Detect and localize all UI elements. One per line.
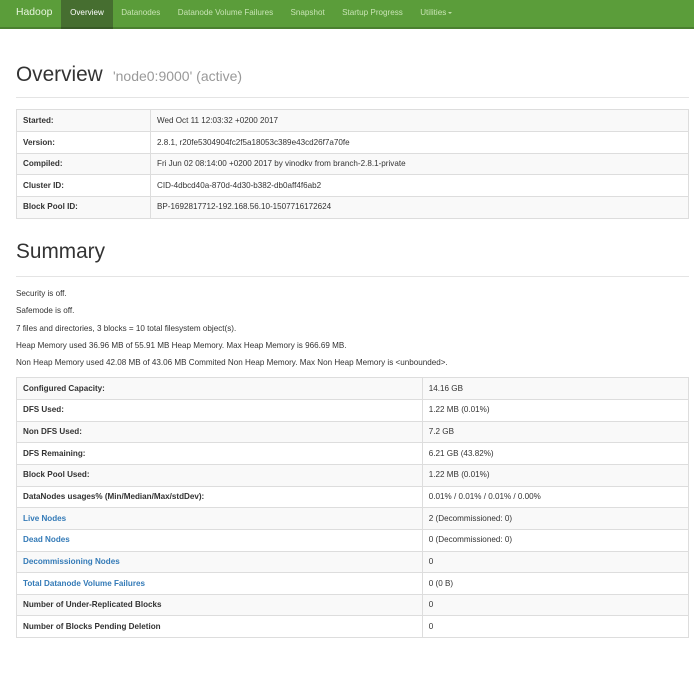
overview-title-text: Overview [16,63,103,86]
nav-item-utilities[interactable]: Utilities [412,0,461,29]
row-link-decommissioning-nodes[interactable]: Decommissioning Nodes [23,557,120,566]
row-value: 0.01% / 0.01% / 0.01% / 0.00% [422,486,688,508]
summary-line: Heap Memory used 36.96 MB of 55.91 MB He… [16,340,689,352]
table-row: Block Pool Used:1.22 MB (0.01%) [17,464,689,486]
main-container: Overview 'node0:9000' (active) Started:W… [0,64,694,678]
row-value: 0 [422,616,688,638]
row-label: Decommissioning Nodes [17,551,423,573]
table-row: DFS Remaining:6.21 GB (43.82%) [17,443,689,465]
row-value: Fri Jun 02 08:14:00 +0200 2017 by vinodk… [151,153,689,175]
row-value: 0 (Decommissioned: 0) [422,529,688,551]
table-row: Total Datanode Volume Failures 0 (0 B) [17,573,689,595]
row-value: 1.22 MB (0.01%) [422,464,688,486]
overview-title: Overview 'node0:9000' (active) [16,64,689,88]
nav-item-snapshot[interactable]: Snapshot [282,0,334,29]
row-value: 14.16 GB [422,378,688,400]
nav-item-overview[interactable]: Overview [61,0,112,29]
row-label: Version: [17,131,151,153]
row-value: CID-4dbcd40a-870d-4d30-b382-db0aff4f6ab2 [151,175,689,197]
table-row: Live Nodes 2 (Decommissioned: 0) [17,508,689,530]
nav-item-wrap: Datanodes [113,0,170,29]
caret-icon [448,12,452,14]
table-row: Non DFS Used:7.2 GB [17,421,689,443]
row-label: Block Pool Used: [17,464,423,486]
summary-line: Security is off. [16,288,689,300]
overview-subtitle: 'node0:9000' (active) [113,68,242,84]
overview-table: Started:Wed Oct 11 12:03:32 +0200 2017Ve… [16,109,689,218]
row-label: Compiled: [17,153,151,175]
row-value: BP-1692817712-192.168.56.10-150771617262… [151,196,689,218]
nav-item-datanode-volume-failures[interactable]: Datanode Volume Failures [169,0,282,29]
overview-page-header: Overview 'node0:9000' (active) [16,64,689,98]
nav-item-wrap: Datanode Volume Failures [169,0,282,29]
row-link-dead-nodes[interactable]: Dead Nodes [23,535,70,544]
summary-line: Non Heap Memory used 42.08 MB of 43.06 M… [16,357,689,369]
table-row: Cluster ID:CID-4dbcd40a-870d-4d30-b382-d… [17,175,689,197]
summary-table: Configured Capacity:14.16 GBDFS Used:1.2… [16,377,689,638]
summary-title: Summary [16,241,689,264]
row-value: 0 [422,551,688,573]
row-label: DataNodes usages% (Min/Median/Max/stdDev… [17,486,423,508]
navbar-nav: OverviewDatanodesDatanode Volume Failure… [61,0,461,29]
nav-item-wrap: Startup Progress [333,0,411,29]
summary-line: Safemode is off. [16,305,689,317]
row-value: 6.21 GB (43.82%) [422,443,688,465]
summary-line: 7 files and directories, 3 blocks = 10 t… [16,323,689,335]
nav-item-wrap: Utilities [412,0,461,29]
nav-item-wrap: Overview [61,0,112,29]
row-label: Dead Nodes [17,529,423,551]
navbar: Hadoop OverviewDatanodesDatanode Volume … [0,0,694,29]
table-row: Compiled:Fri Jun 02 08:14:00 +0200 2017 … [17,153,689,175]
table-row: Number of Under-Replicated Blocks0 [17,594,689,616]
row-label: Configured Capacity: [17,378,423,400]
nav-item-startup-progress[interactable]: Startup Progress [333,0,411,29]
row-value: Wed Oct 11 12:03:32 +0200 2017 [151,110,689,132]
row-value: 2.8.1, r20fe5304904fc2f5a18053c389e43cd2… [151,131,689,153]
row-value: 7.2 GB [422,421,688,443]
row-value: 2 (Decommissioned: 0) [422,508,688,530]
row-label: DFS Used: [17,399,423,421]
row-label: Non DFS Used: [17,421,423,443]
table-row: DFS Used:1.22 MB (0.01%) [17,399,689,421]
navbar-brand[interactable]: Hadoop [16,0,61,29]
row-value: 0 [422,594,688,616]
row-value: 1.22 MB (0.01%) [422,399,688,421]
table-row: Started:Wed Oct 11 12:03:32 +0200 2017 [17,110,689,132]
table-row: Version:2.8.1, r20fe5304904fc2f5a18053c3… [17,131,689,153]
table-row: Dead Nodes 0 (Decommissioned: 0) [17,529,689,551]
row-value: 0 (0 B) [422,573,688,595]
row-label: Block Pool ID: [17,196,151,218]
row-label: Number of Under-Replicated Blocks [17,594,423,616]
summary-page-header: Summary [16,241,689,277]
table-row: Number of Blocks Pending Deletion0 [17,616,689,638]
row-label: Started: [17,110,151,132]
row-link-live-nodes[interactable]: Live Nodes [23,514,66,523]
table-row: Configured Capacity:14.16 GB [17,378,689,400]
row-label: Total Datanode Volume Failures [17,573,423,595]
table-row: DataNodes usages% (Min/Median/Max/stdDev… [17,486,689,508]
nav-item-datanodes[interactable]: Datanodes [113,0,170,29]
row-label: DFS Remaining: [17,443,423,465]
row-link-total-datanode-volume-failures[interactable]: Total Datanode Volume Failures [23,579,145,588]
summary-lines: Security is off. Safemode is off. 7 files … [16,288,689,369]
row-label: Live Nodes [17,508,423,530]
nav-item-wrap: Snapshot [282,0,334,29]
table-row: Decommissioning Nodes 0 [17,551,689,573]
row-label: Number of Blocks Pending Deletion [17,616,423,638]
table-row: Block Pool ID:BP-1692817712-192.168.56.1… [17,196,689,218]
row-label: Cluster ID: [17,175,151,197]
